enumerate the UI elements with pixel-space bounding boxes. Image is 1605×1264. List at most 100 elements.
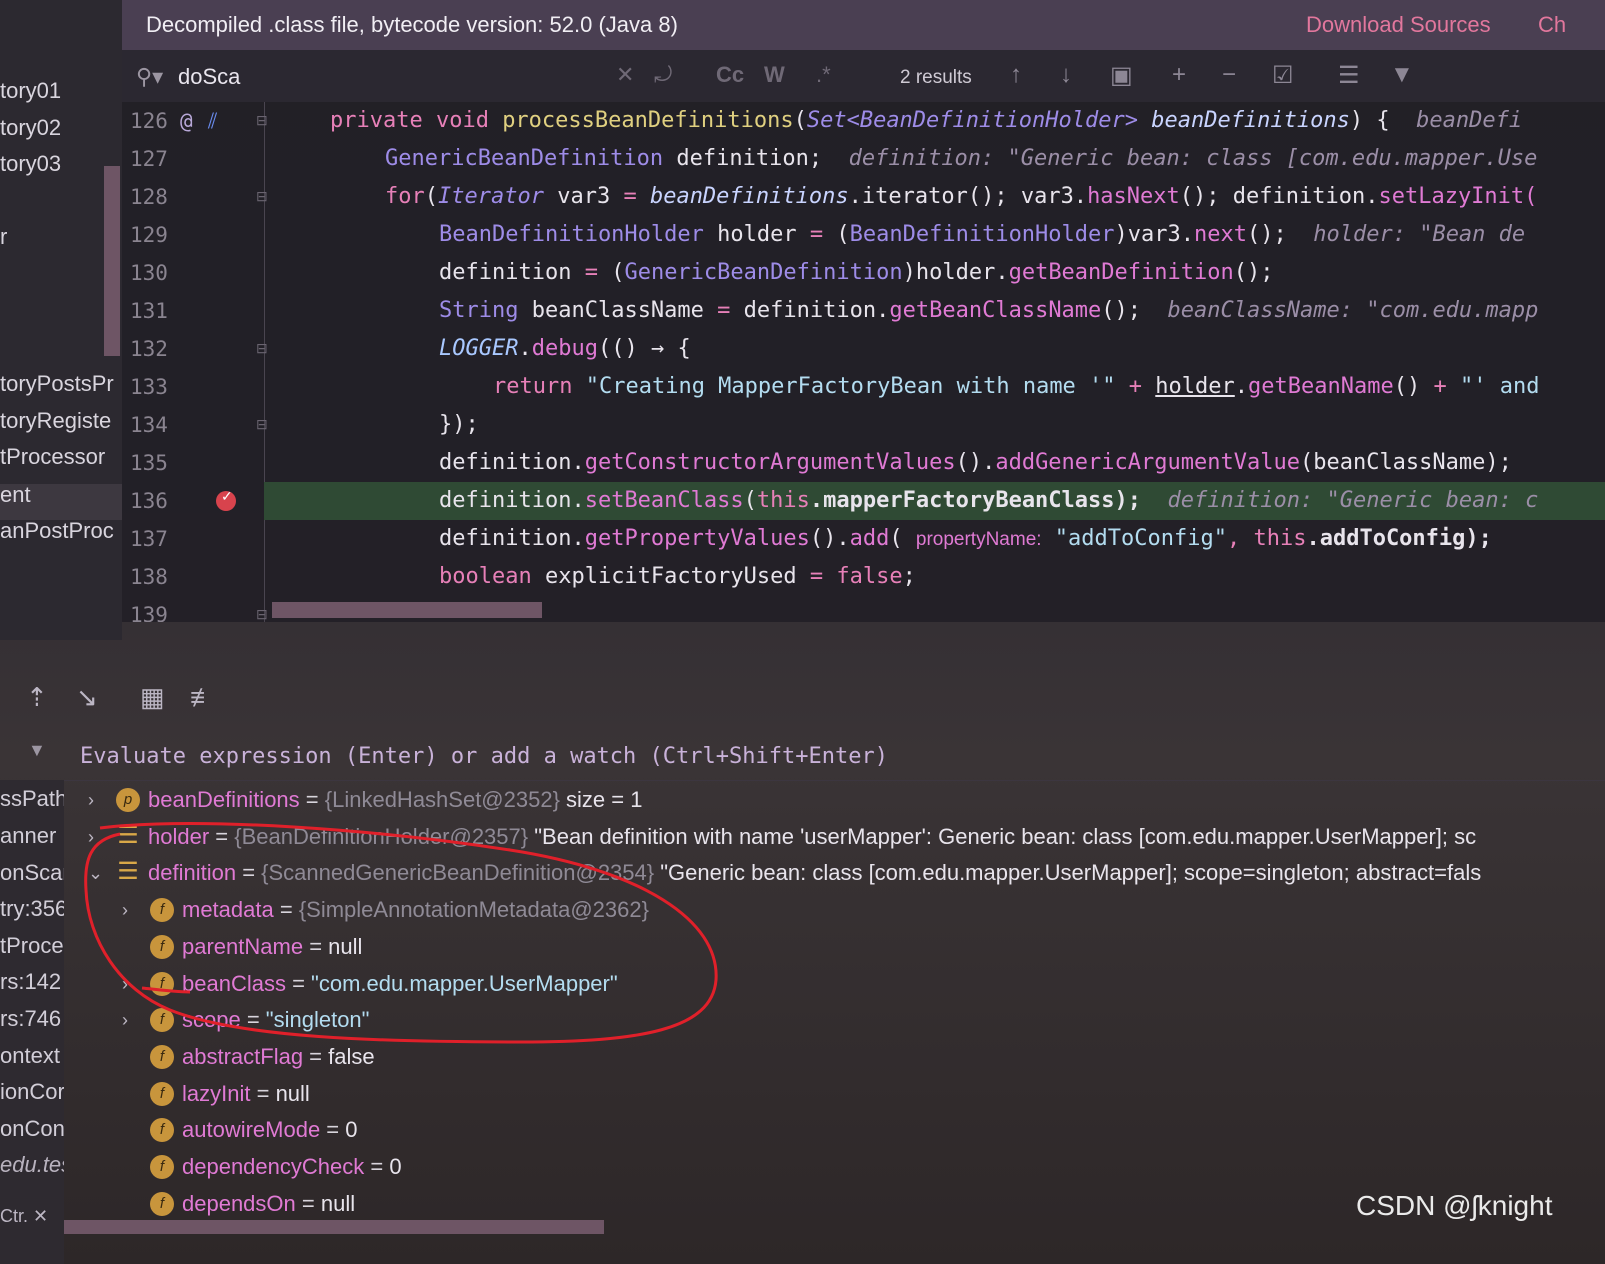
line-number: 126 bbox=[130, 109, 168, 133]
variable-value: null bbox=[275, 1080, 310, 1106]
previous-occurrence-icon[interactable]: ↑ bbox=[1010, 61, 1022, 89]
editor-horizontal-scrollbar[interactable] bbox=[272, 602, 542, 618]
variable-name: holder bbox=[148, 823, 210, 849]
field-icon: f bbox=[150, 1008, 174, 1033]
project-item[interactable]: tory01 bbox=[0, 78, 61, 104]
variables-horizontal-scrollbar[interactable] bbox=[64, 1220, 604, 1234]
code-token: ( bbox=[597, 260, 625, 285]
line-number: 128 bbox=[130, 185, 168, 209]
code-token: = bbox=[623, 184, 637, 209]
step-out-icon[interactable]: ⇡ bbox=[26, 682, 48, 713]
field-icon: f bbox=[150, 898, 174, 923]
chevron-right-icon[interactable]: › bbox=[88, 782, 94, 818]
fold-icon[interactable]: ⊟ bbox=[256, 188, 268, 205]
add-selection-icon[interactable]: + bbox=[1172, 61, 1186, 89]
field-icon: f bbox=[150, 1044, 174, 1069]
variable-value: null bbox=[320, 1190, 356, 1216]
variable-equals: = bbox=[364, 1154, 390, 1179]
stack-frame[interactable]: try:356 bbox=[0, 896, 64, 922]
code-line: 126 @ ⫽ ⊟ private void processBeanDefini… bbox=[122, 102, 1605, 140]
stack-frame[interactable]: ssPath bbox=[0, 786, 64, 812]
code-token: beanDefinitions bbox=[649, 184, 849, 209]
trace-stream-icon[interactable]: ≢ bbox=[190, 682, 216, 713]
chevron-down-icon[interactable]: ⌄ bbox=[88, 855, 103, 891]
code-token: + bbox=[1115, 374, 1156, 399]
stack-frame[interactable]: onCont bbox=[0, 1116, 64, 1142]
variable-value: false bbox=[328, 1043, 375, 1069]
project-item[interactable]: ent bbox=[0, 482, 31, 508]
line-number: 133 bbox=[130, 375, 168, 399]
remove-selection-icon[interactable]: − bbox=[1222, 61, 1236, 89]
open-in-window-icon[interactable]: ▣ bbox=[1110, 61, 1133, 90]
select-all-occurrences-icon[interactable]: ☑ bbox=[1272, 61, 1294, 90]
code-line: 129 BeanDefinitionHolder holder = (BeanD… bbox=[122, 216, 1605, 254]
project-item[interactable]: tory02 bbox=[0, 115, 61, 141]
clear-search-icon[interactable]: ✕ bbox=[616, 62, 634, 88]
code-token: this bbox=[1253, 526, 1307, 551]
search-icon[interactable]: ⚲▾ bbox=[136, 64, 163, 90]
filter-icon[interactable]: ▼ bbox=[1390, 61, 1414, 89]
stack-frame[interactable]: onScar bbox=[0, 860, 64, 886]
line-number: 137 bbox=[130, 527, 168, 551]
fold-icon[interactable]: ⊟ bbox=[256, 112, 268, 129]
filter-options-icon[interactable]: ☰ bbox=[1338, 61, 1360, 90]
chevron-right-icon[interactable]: › bbox=[122, 892, 128, 928]
code-token: setBeanClass bbox=[584, 488, 744, 513]
thread-dropdown-icon[interactable]: ▼ bbox=[28, 740, 46, 761]
variable-equals: = bbox=[240, 1007, 266, 1033]
next-occurrence-icon[interactable]: ↓ bbox=[1060, 61, 1072, 89]
variable-value: null bbox=[328, 933, 363, 959]
code-line: 132 ⊟ LOGGER.debug(() → { bbox=[122, 330, 1605, 368]
match-case-button[interactable]: Cc bbox=[716, 62, 744, 88]
stack-frame[interactable]: ontext bbox=[0, 1043, 60, 1069]
code-token: "Creating MapperFactoryBean with name '" bbox=[585, 374, 1116, 399]
chevron-right-icon[interactable]: › bbox=[88, 819, 94, 855]
code-editor[interactable]: 126 @ ⫽ ⊟ private void processBeanDefini… bbox=[122, 102, 1605, 622]
code-token: "addToConfig" bbox=[1054, 526, 1227, 551]
project-item[interactable]: toryRegiste bbox=[0, 408, 111, 434]
download-sources-link[interactable]: Download Sources bbox=[1306, 12, 1491, 38]
stack-frame[interactable]: rs:142 bbox=[0, 969, 61, 995]
stack-frame[interactable]: anner bbox=[0, 823, 56, 849]
fold-icon[interactable]: ⊟ bbox=[256, 606, 268, 622]
code-token: ( bbox=[793, 108, 807, 133]
stack-frame[interactable]: tProce bbox=[0, 933, 64, 959]
project-item[interactable]: r bbox=[0, 224, 7, 250]
code-token: = bbox=[809, 222, 824, 247]
code-token: .mapperFactoryBeanClass); bbox=[809, 488, 1142, 513]
implementation-marker-icon[interactable]: ⫽ bbox=[208, 102, 217, 140]
project-item[interactable]: toryPostsPr bbox=[0, 371, 114, 397]
close-icon[interactable]: ✕ bbox=[33, 1206, 48, 1226]
project-scrollbar[interactable] bbox=[104, 166, 120, 356]
whole-words-button[interactable]: W bbox=[764, 62, 785, 88]
code-token: (); bbox=[1247, 222, 1287, 247]
run-to-cursor-icon[interactable]: ↘ bbox=[76, 682, 98, 713]
code-token: BeanDefinitionHolder bbox=[439, 222, 704, 247]
code-line-current: 136 ✓ definition.setBeanClass(this.mappe… bbox=[122, 482, 1605, 520]
chevron-right-icon[interactable]: › bbox=[122, 966, 128, 1002]
choose-sources-link[interactable]: Ch bbox=[1538, 12, 1566, 38]
project-item[interactable]: tProcessor bbox=[0, 444, 105, 470]
code-token: "' and bbox=[1446, 374, 1540, 399]
project-item[interactable]: tory03 bbox=[0, 151, 61, 177]
evaluate-expression-icon[interactable]: ▦ bbox=[140, 682, 165, 713]
code-token: getBeanName bbox=[1248, 374, 1394, 399]
evaluate-expression-input[interactable] bbox=[78, 740, 1582, 772]
stack-frame[interactable]: rs:746 bbox=[0, 1006, 61, 1032]
search-input[interactable] bbox=[176, 62, 620, 92]
fold-icon[interactable]: ⊟ bbox=[256, 416, 268, 433]
regex-button[interactable]: .* bbox=[816, 62, 831, 88]
chevron-right-icon[interactable]: › bbox=[122, 1002, 128, 1038]
override-marker-icon[interactable]: @ bbox=[180, 102, 193, 140]
stack-frame[interactable]: ionCor bbox=[0, 1079, 64, 1105]
code-token: , bbox=[1226, 526, 1254, 551]
fold-icon[interactable]: ⊟ bbox=[256, 340, 268, 357]
new-line-icon[interactable]: ⤾ bbox=[654, 62, 672, 88]
project-panel: tory01 tory02 tory03 r toryPostsPr toryR… bbox=[0, 0, 122, 640]
debugger-toolbar: ⇡ ↘ ▦ ≢ bbox=[0, 672, 1605, 726]
variable-ref: {BeanDefinitionHolder@2357} bbox=[234, 823, 535, 849]
project-item[interactable]: anPostProc bbox=[0, 518, 114, 544]
stack-frame[interactable]: edu.tes bbox=[0, 1152, 64, 1178]
